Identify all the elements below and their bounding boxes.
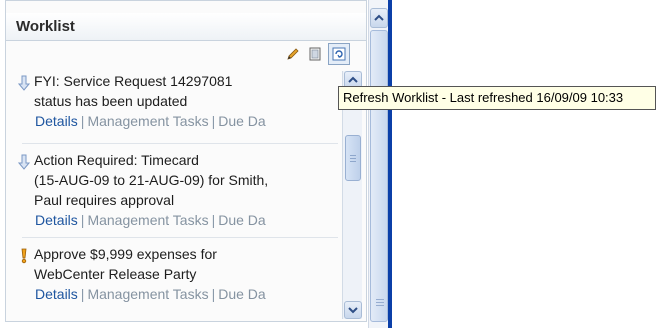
divider [22,143,338,144]
grip-line [376,302,384,303]
item-title-line: status has been updated [34,93,188,109]
arrow-down-icon [17,75,31,91]
item-title-line: Action Required: Timecard [34,152,199,168]
view-icon[interactable] [306,45,324,63]
item-title-line: WebCenter Release Party [34,266,197,282]
item-title-line: Paul requires approval [34,192,175,208]
grip-line [350,155,356,156]
panel-toolbar [6,41,366,69]
management-tasks-link[interactable]: Management Tasks [87,212,208,228]
scroll-thumb[interactable] [345,135,361,181]
chevron-down-icon [348,307,358,314]
item-links: Details | Management Tasks | Due Da [35,284,266,304]
item-links: Details | Management Tasks | Due Da [35,111,266,131]
item-title[interactable]: Approve $9,999 expenses for WebCenter Re… [34,244,334,284]
link-separator: | [80,113,85,129]
details-link[interactable]: Details [35,286,78,302]
arrow-down-icon [17,154,31,170]
due-date-link[interactable]: Due Da [218,212,265,228]
grip-line [350,158,356,159]
item-title-line: FYI: Service Request 14297081 [34,73,233,89]
link-separator: | [211,212,216,228]
link-separator: | [211,113,216,129]
grip-line [376,305,384,306]
divider [22,237,338,238]
worklist-panel: Worklist FYI: Service Request 14297081 s… [5,0,367,322]
worklist-list: FYI: Service Request 14297081 status has… [12,71,338,311]
grip-line [350,161,356,162]
details-link[interactable]: Details [35,212,78,228]
page-scrollbar[interactable] [368,0,388,328]
scroll-down-button[interactable] [344,301,362,319]
window-edge [388,0,392,328]
panel-header: Worklist [6,13,366,41]
due-date-link[interactable]: Due Da [218,113,265,129]
due-date-link[interactable]: Due Da [218,286,265,302]
link-separator: | [80,286,85,302]
item-title[interactable]: Action Required: Timecard (15-AUG-09 to … [34,150,334,210]
chevron-up-icon [374,14,384,21]
chevron-up-icon [348,76,358,83]
management-tasks-link[interactable]: Management Tasks [87,113,208,129]
panel-title: Worklist [16,18,75,35]
priority-exclamation-icon [18,248,30,264]
refresh-icon[interactable] [328,43,350,65]
item-links: Details | Management Tasks | Due Da [35,210,266,230]
refresh-tooltip: Refresh Worklist - Last refreshed 16/09/… [338,86,656,110]
item-title[interactable]: FYI: Service Request 14297081 status has… [34,71,334,111]
item-title-line: Approve $9,999 expenses for [34,246,217,262]
pencil-icon[interactable] [284,45,302,63]
page-scroll-up-button[interactable] [370,8,388,28]
details-link[interactable]: Details [35,113,78,129]
management-tasks-link[interactable]: Management Tasks [87,286,208,302]
link-separator: | [80,212,85,228]
page-scroll-thumb[interactable] [370,30,388,322]
grip-line [376,299,384,300]
item-title-line: (15-AUG-09 to 21-AUG-09) for Smith, [34,172,269,188]
link-separator: | [211,286,216,302]
